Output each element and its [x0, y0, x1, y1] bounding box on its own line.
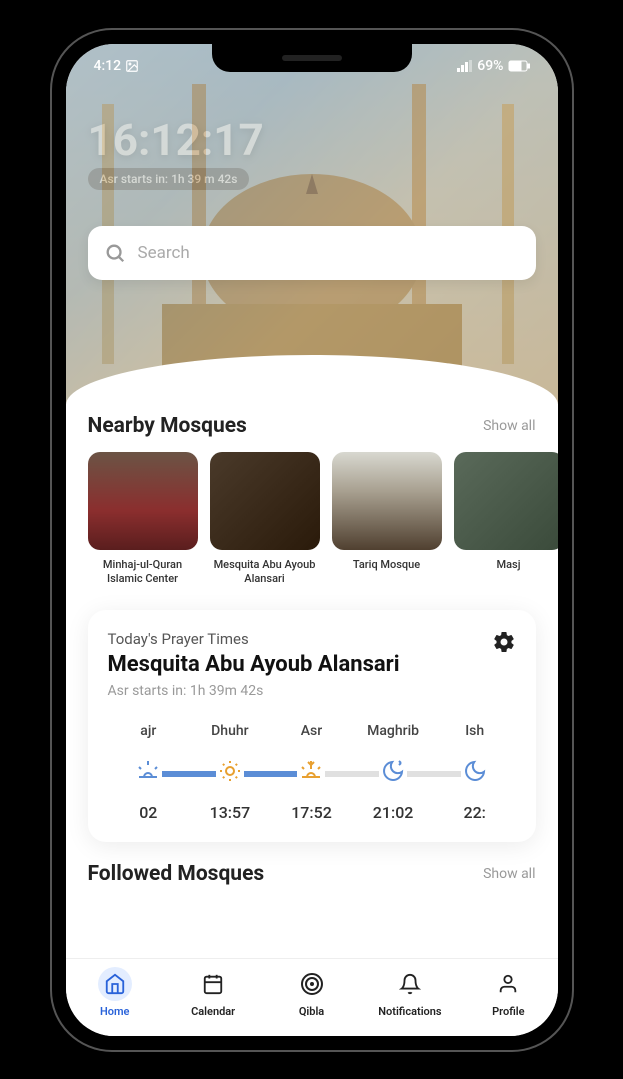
- search-icon: [104, 242, 126, 264]
- image-icon: [125, 59, 139, 73]
- mosque-thumb: [454, 452, 558, 550]
- mosque-name: Tariq Mosque: [332, 558, 442, 572]
- notch: [212, 44, 412, 72]
- mosque-card[interactable]: Minhaj-ul-Quran Islamic Center: [88, 452, 198, 587]
- followed-title: Followed Mosques: [88, 862, 265, 886]
- prayer-countdown-sub: Asr starts in: 1h 39m 42s: [108, 683, 400, 699]
- prayer-card: Today's Prayer Times Mesquita Abu Ayoub …: [88, 610, 536, 842]
- bell-icon: [399, 973, 421, 995]
- followed-show-all[interactable]: Show all: [483, 866, 535, 882]
- status-time: 4:12: [94, 58, 122, 74]
- mosque-name: Minhaj-ul-Quran Islamic Center: [88, 558, 198, 587]
- prayer-asr: Asr 17:52: [271, 723, 353, 822]
- sunrise-icon: [134, 757, 162, 785]
- compass-icon: [300, 972, 324, 996]
- tab-qibla[interactable]: Qibla: [262, 967, 360, 1018]
- moon-icon: [461, 757, 489, 785]
- screen: 4:12 69%: [66, 44, 558, 1036]
- mosque-card[interactable]: Tariq Mosque: [332, 452, 442, 587]
- moon-up-icon: [379, 757, 407, 785]
- prayer-label: Today's Prayer Times: [108, 630, 400, 648]
- content: Nearby Mosques Show all Minhaj-ul-Quran …: [66, 414, 558, 887]
- prayer-maghrib: Maghrib 21:02: [352, 723, 434, 822]
- mosque-thumb: [88, 452, 198, 550]
- prayer-times-row[interactable]: ajr 02 Dhuhr 13:57: [108, 723, 516, 822]
- nearby-title: Nearby Mosques: [88, 414, 247, 438]
- tab-profile[interactable]: Profile: [459, 967, 557, 1018]
- tab-notifications[interactable]: Notifications: [361, 967, 459, 1018]
- sunset-icon: [297, 757, 325, 785]
- mosque-thumb: [332, 452, 442, 550]
- gear-icon[interactable]: [492, 630, 516, 654]
- mosque-card[interactable]: Masj: [454, 452, 558, 587]
- calendar-icon: [202, 973, 224, 995]
- prayer-isha: Ish 22:: [434, 723, 516, 822]
- home-icon: [104, 973, 126, 995]
- battery-icon: [508, 60, 530, 72]
- nearby-list[interactable]: Minhaj-ul-Quran Islamic Center Mesquita …: [66, 452, 558, 587]
- prayer-dhuhr: Dhuhr 13:57: [189, 723, 271, 822]
- mosque-name: Mesquita Abu Ayoub Alansari: [210, 558, 320, 587]
- tab-bar: Home Calendar Qibla Notifications: [66, 958, 558, 1036]
- nearby-show-all[interactable]: Show all: [483, 418, 535, 434]
- prayer-mosque-name: Mesquita Abu Ayoub Alansari: [108, 652, 400, 677]
- search-input[interactable]: [138, 243, 520, 263]
- signal-icon: [457, 60, 473, 72]
- mosque-card[interactable]: Mesquita Abu Ayoub Alansari: [210, 452, 320, 587]
- hero-bg-mosque: [66, 44, 558, 404]
- battery-percent: 69%: [477, 58, 503, 74]
- mosque-thumb: [210, 452, 320, 550]
- user-icon: [497, 973, 519, 995]
- hero: 16:12:17 Asr starts in: 1h 39 m 42s: [66, 44, 558, 404]
- sun-icon: [216, 757, 244, 785]
- tab-calendar[interactable]: Calendar: [164, 967, 262, 1018]
- search-box[interactable]: [88, 226, 536, 280]
- phone-frame: 4:12 69%: [52, 30, 572, 1050]
- tab-home[interactable]: Home: [66, 967, 164, 1018]
- mosque-name: Masj: [454, 558, 558, 572]
- prayer-fajr: ajr 02: [108, 723, 190, 822]
